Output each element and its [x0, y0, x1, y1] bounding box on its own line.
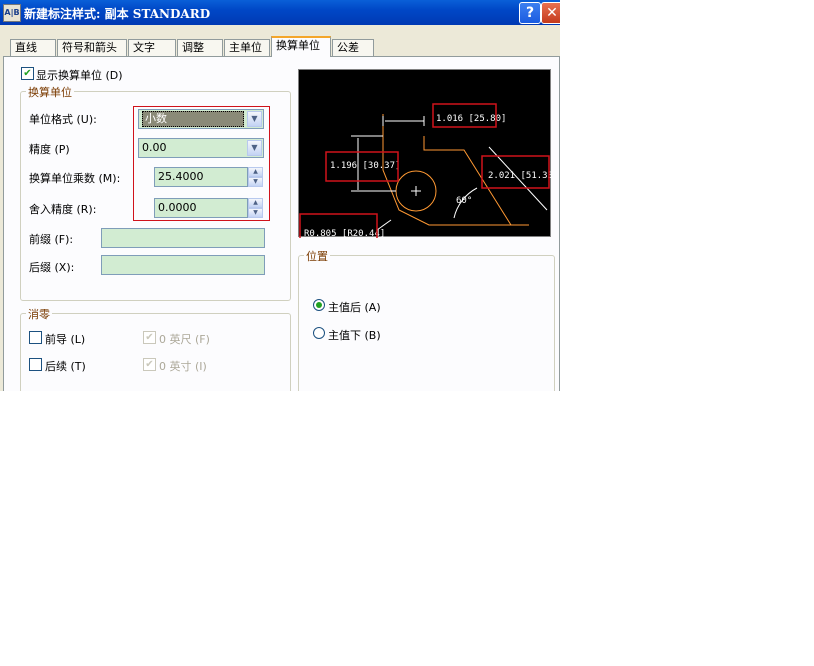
part-outline	[382, 114, 529, 226]
radius-text: R0.805 [R20.44]	[304, 229, 385, 238]
show-alt-units-label: 显示换算单位 (D)	[36, 69, 123, 82]
tab-strip: 直线 符号和箭头 文字 调整 主单位 换算单位 公差	[0, 36, 560, 57]
below-primary-radio[interactable]	[313, 327, 325, 339]
zero-inches-label: 0 英寸 (I)	[159, 360, 207, 373]
title-bar[interactable]: A|B 新建标注样式: 副本 STANDARD ? ✕	[0, 0, 560, 25]
trailing-zero-label: 后续 (T)	[45, 360, 86, 373]
after-primary-label: 主值后 (A)	[328, 301, 381, 314]
preview-drawing: 1.016 [25.80] 1.196 [30.37] 2.021 [51.33…	[299, 103, 552, 238]
tab-fit[interactable]: 调整	[177, 39, 223, 56]
prefix-input[interactable]	[101, 228, 265, 248]
help-button[interactable]: ?	[519, 2, 541, 24]
tab-alternate-units[interactable]: 换算单位	[271, 36, 331, 57]
close-button[interactable]: ✕	[541, 2, 560, 24]
unit-format-label: 单位格式 (U):	[29, 113, 97, 126]
highlight-box-alt-units	[133, 106, 270, 221]
zero-suppression-group	[20, 313, 291, 391]
leading-zero-checkbox[interactable]	[29, 331, 42, 344]
zero-inches-checkbox: ✔	[143, 358, 156, 371]
zero-feet-checkbox: ✔	[143, 331, 156, 344]
suffix-input[interactable]	[101, 255, 265, 275]
precision-label: 精度 (P)	[29, 143, 70, 156]
tab-tolerances[interactable]: 公差	[332, 39, 374, 56]
window-title: 新建标注样式: 副本 STANDARD	[24, 7, 211, 21]
tab-lines[interactable]: 直线	[10, 39, 56, 56]
suffix-label: 后缀 (X):	[29, 261, 75, 274]
autocad-app-icon: A|B	[3, 4, 21, 22]
placement-group	[298, 255, 555, 391]
show-alt-units-checkbox[interactable]: ✔	[21, 67, 34, 80]
dim-left-text: 1.196 [30.37]	[330, 161, 400, 171]
tab-text[interactable]: 文字	[128, 39, 176, 56]
after-primary-radio[interactable]	[313, 299, 325, 311]
radio-selected-dot	[316, 302, 322, 308]
below-primary-label: 主值下 (B)	[328, 329, 381, 342]
dimension-style-dialog: A|B 新建标注样式: 副本 STANDARD ? ✕ 直线 符号和箭头 文字 …	[0, 0, 560, 391]
trailing-zero-checkbox[interactable]	[29, 358, 42, 371]
dimension-preview: 1.016 [25.80] 1.196 [30.37] 2.021 [51.33…	[298, 69, 552, 238]
zero-suppression-title: 消零	[26, 306, 52, 322]
leading-zero-label: 前导 (L)	[45, 333, 86, 346]
angle-text: 60°	[456, 196, 472, 206]
multiplier-label: 换算单位乘数 (M):	[29, 172, 121, 185]
tab-primary-units[interactable]: 主单位	[224, 39, 270, 56]
round-off-label: 舍入精度 (R):	[29, 203, 97, 216]
alt-units-group-title: 换算单位	[26, 84, 74, 100]
prefix-label: 前缀 (F):	[29, 233, 74, 246]
dim-right-text: 2.021 [51.33]	[488, 171, 552, 181]
zero-feet-label: 0 英尺 (F)	[159, 333, 210, 346]
placement-group-title: 位置	[304, 248, 330, 264]
tab-symbols-arrows[interactable]: 符号和箭头	[57, 39, 127, 56]
